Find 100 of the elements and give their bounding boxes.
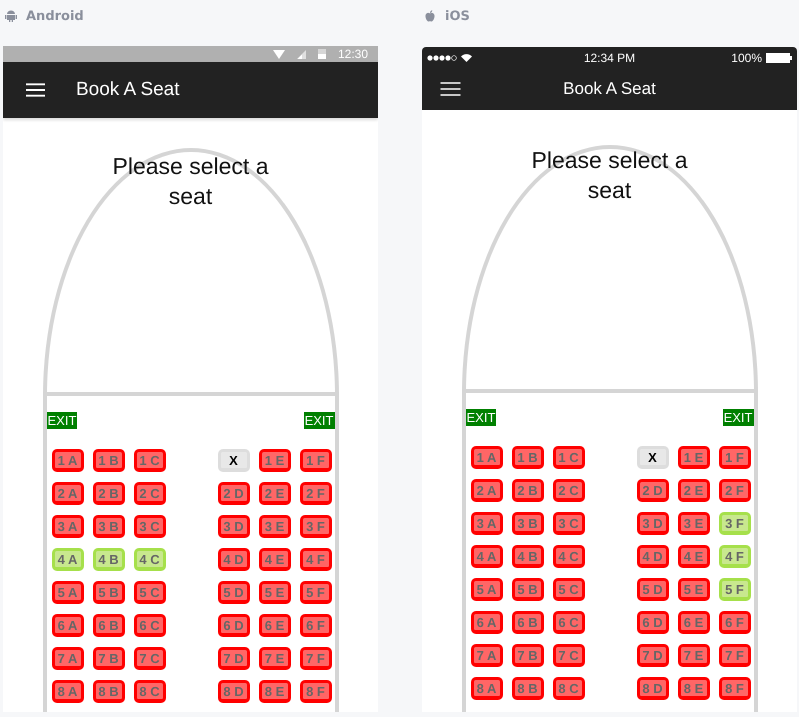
seat[interactable]: 8 B xyxy=(512,677,544,700)
seat[interactable]: 6 F xyxy=(718,611,750,634)
seat[interactable]: 2 D xyxy=(636,479,668,502)
seat[interactable]: 1 A xyxy=(470,446,502,469)
seat[interactable]: 7 E xyxy=(678,644,710,667)
seat[interactable]: 1 B xyxy=(92,449,124,472)
seat[interactable]: 7 C xyxy=(552,644,584,667)
seat[interactable]: 2 E xyxy=(678,479,710,502)
menu-icon[interactable] xyxy=(440,82,461,96)
seat[interactable]: 7 E xyxy=(258,647,290,670)
seat[interactable]: 6 D xyxy=(218,614,250,637)
seat[interactable]: 1 C xyxy=(552,446,584,469)
seat[interactable]: 7 A xyxy=(470,644,502,667)
seat[interactable]: 3 D xyxy=(636,512,668,535)
seat[interactable]: 4 E xyxy=(678,545,710,568)
seat[interactable]: 4 C xyxy=(552,545,584,568)
seat[interactable]: 2 A xyxy=(470,479,502,502)
seat[interactable]: 6 A xyxy=(52,614,84,637)
seat[interactable]: 8 A xyxy=(52,680,84,703)
seat[interactable]: 5 C xyxy=(552,578,584,601)
seat[interactable]: 7 F xyxy=(300,647,332,670)
seat[interactable]: 3 F xyxy=(718,512,750,535)
seat[interactable]: 8 F xyxy=(718,677,750,700)
seat[interactable]: X xyxy=(636,446,668,469)
seat[interactable]: 6 B xyxy=(512,611,544,634)
menu-icon[interactable] xyxy=(26,83,45,97)
seat[interactable]: 2 D xyxy=(218,482,250,505)
seat[interactable]: 4 D xyxy=(218,548,250,571)
seat[interactable]: 4 C xyxy=(134,548,166,571)
seat[interactable]: 3 B xyxy=(512,512,544,535)
seat[interactable]: 2 F xyxy=(718,479,750,502)
seat[interactable]: 5 D xyxy=(218,581,250,604)
seat[interactable]: 1 A xyxy=(52,449,84,472)
seat[interactable]: 8 D xyxy=(636,677,668,700)
seat[interactable]: 4 F xyxy=(300,548,332,571)
seat[interactable]: 6 A xyxy=(470,611,502,634)
seat[interactable]: 6 F xyxy=(300,614,332,637)
seat[interactable]: 7 A xyxy=(52,647,84,670)
seat[interactable]: 2 C xyxy=(552,479,584,502)
seat[interactable]: 5 E xyxy=(258,581,290,604)
seat[interactable]: 3 F xyxy=(300,515,332,538)
platform-label: iOS xyxy=(445,8,470,24)
seat[interactable]: 4 A xyxy=(52,548,84,571)
seat[interactable]: 3 A xyxy=(470,512,502,535)
exit-sign: EXIT xyxy=(46,412,78,429)
seat[interactable]: 1 E xyxy=(258,449,290,472)
seat[interactable]: 8 C xyxy=(134,680,166,703)
seat[interactable]: 1 B xyxy=(512,446,544,469)
seat[interactable]: 3 C xyxy=(134,515,166,538)
seat[interactable]: 5 F xyxy=(300,581,332,604)
seat[interactable]: 3 D xyxy=(218,515,250,538)
seat[interactable]: 7 B xyxy=(92,647,124,670)
seat[interactable]: 7 F xyxy=(718,644,750,667)
seat[interactable]: 8 C xyxy=(552,677,584,700)
seat[interactable]: 3 E xyxy=(258,515,290,538)
seat[interactable]: 4 E xyxy=(258,548,290,571)
seat[interactable]: 5 A xyxy=(52,581,84,604)
seat[interactable]: 1 C xyxy=(134,449,166,472)
seat[interactable]: 5 F xyxy=(718,578,750,601)
seat[interactable]: 6 E xyxy=(258,614,290,637)
seat[interactable]: 2 F xyxy=(300,482,332,505)
seat[interactable]: 1 F xyxy=(300,449,332,472)
seat[interactable]: 7 D xyxy=(636,644,668,667)
seat[interactable]: 1 F xyxy=(718,446,750,469)
seat[interactable]: 2 A xyxy=(52,482,84,505)
seat[interactable]: 4 D xyxy=(636,545,668,568)
seat[interactable]: 3 E xyxy=(678,512,710,535)
seat[interactable]: 1 E xyxy=(678,446,710,469)
seat[interactable]: 5 D xyxy=(636,578,668,601)
seat[interactable]: 8 B xyxy=(92,680,124,703)
seat[interactable]: 6 E xyxy=(678,611,710,634)
seat[interactable]: 5 B xyxy=(92,581,124,604)
seat[interactable]: 7 C xyxy=(134,647,166,670)
seat[interactable]: 4 B xyxy=(512,545,544,568)
seat[interactable]: 3 A xyxy=(52,515,84,538)
seat[interactable]: 4 F xyxy=(718,545,750,568)
seat[interactable]: 7 D xyxy=(218,647,250,670)
seat[interactable]: 4 A xyxy=(470,545,502,568)
seat[interactable]: 5 A xyxy=(470,578,502,601)
seat[interactable]: 8 E xyxy=(678,677,710,700)
seat[interactable]: 8 E xyxy=(258,680,290,703)
seat[interactable]: X xyxy=(218,449,250,472)
seat[interactable]: 6 C xyxy=(552,611,584,634)
seat[interactable]: 3 B xyxy=(92,515,124,538)
seat[interactable]: 2 E xyxy=(258,482,290,505)
seat[interactable]: 3 C xyxy=(552,512,584,535)
seat[interactable]: 5 B xyxy=(512,578,544,601)
seat[interactable]: 8 A xyxy=(470,677,502,700)
seat[interactable]: 4 B xyxy=(92,548,124,571)
seat[interactable]: 8 D xyxy=(218,680,250,703)
seat[interactable]: 6 D xyxy=(636,611,668,634)
seat[interactable]: 7 B xyxy=(512,644,544,667)
seat[interactable]: 2 C xyxy=(134,482,166,505)
seat[interactable]: 5 E xyxy=(678,578,710,601)
seat[interactable]: 6 B xyxy=(92,614,124,637)
seat[interactable]: 8 F xyxy=(300,680,332,703)
seat[interactable]: 2 B xyxy=(92,482,124,505)
seat[interactable]: 6 C xyxy=(134,614,166,637)
seat[interactable]: 2 B xyxy=(512,479,544,502)
seat[interactable]: 5 C xyxy=(134,581,166,604)
